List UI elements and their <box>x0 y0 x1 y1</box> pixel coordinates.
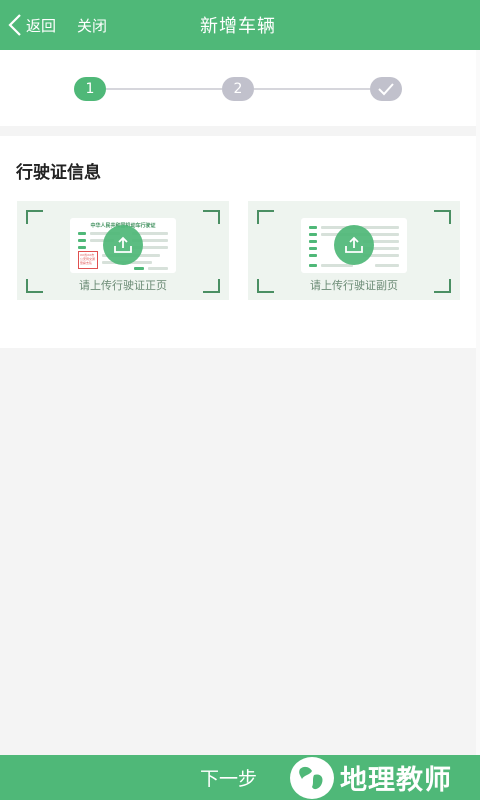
page-title: 新增车辆 <box>200 16 276 37</box>
frame-corner <box>434 210 451 224</box>
section-title: 行驶证信息 <box>16 163 101 183</box>
step-3 <box>370 77 402 101</box>
watermark-text: 地理教师 <box>340 765 452 796</box>
upload-icon <box>334 225 374 265</box>
check-icon <box>378 83 394 96</box>
doc-bar <box>375 264 399 267</box>
frame-corner <box>203 210 220 224</box>
upload-icon <box>103 225 143 265</box>
doc-bar <box>309 254 317 257</box>
frame-corner <box>257 210 274 224</box>
doc-bar <box>321 264 353 267</box>
doc-bar <box>309 247 317 250</box>
doc-bar <box>78 246 86 249</box>
doc-bar <box>148 267 168 270</box>
doc-bar <box>309 264 317 267</box>
doc-bar <box>78 239 86 242</box>
doc-bar <box>78 232 86 235</box>
doc-bar <box>309 233 317 236</box>
globe-icon <box>290 757 334 799</box>
doc-bar <box>309 240 317 243</box>
step-1: 1 <box>74 77 106 101</box>
upload-back-label: 请上传行驶证副页 <box>310 279 398 292</box>
step-connector <box>106 88 222 90</box>
footer-bar: 下一步 地理教师 <box>0 755 480 800</box>
step-2: 2 <box>222 77 254 101</box>
upload-license-back[interactable]: 请上传行驶证副页 <box>248 201 460 300</box>
license-section: 行驶证信息 中华人民共和国机动车行驶证 XX省XX市公安局交通警察支队 <box>0 136 480 348</box>
edge-strip <box>476 50 480 755</box>
upload-front-label: 请上传行驶证正页 <box>79 279 167 292</box>
doc-bar <box>134 267 144 270</box>
frame-corner <box>26 210 43 224</box>
doc-bar <box>309 226 317 229</box>
stamp: XX省XX市公安局交通警察支队 <box>78 251 98 269</box>
upload-license-front[interactable]: 中华人民共和国机动车行驶证 XX省XX市公安局交通警察支队 请上传行驶证正页 <box>17 201 229 300</box>
next-step-button[interactable]: 下一步 <box>200 755 257 800</box>
step-connector <box>254 88 370 90</box>
stepper: 1 2 <box>0 50 476 126</box>
nav-header: 返回 关闭 新增车辆 <box>0 0 480 50</box>
